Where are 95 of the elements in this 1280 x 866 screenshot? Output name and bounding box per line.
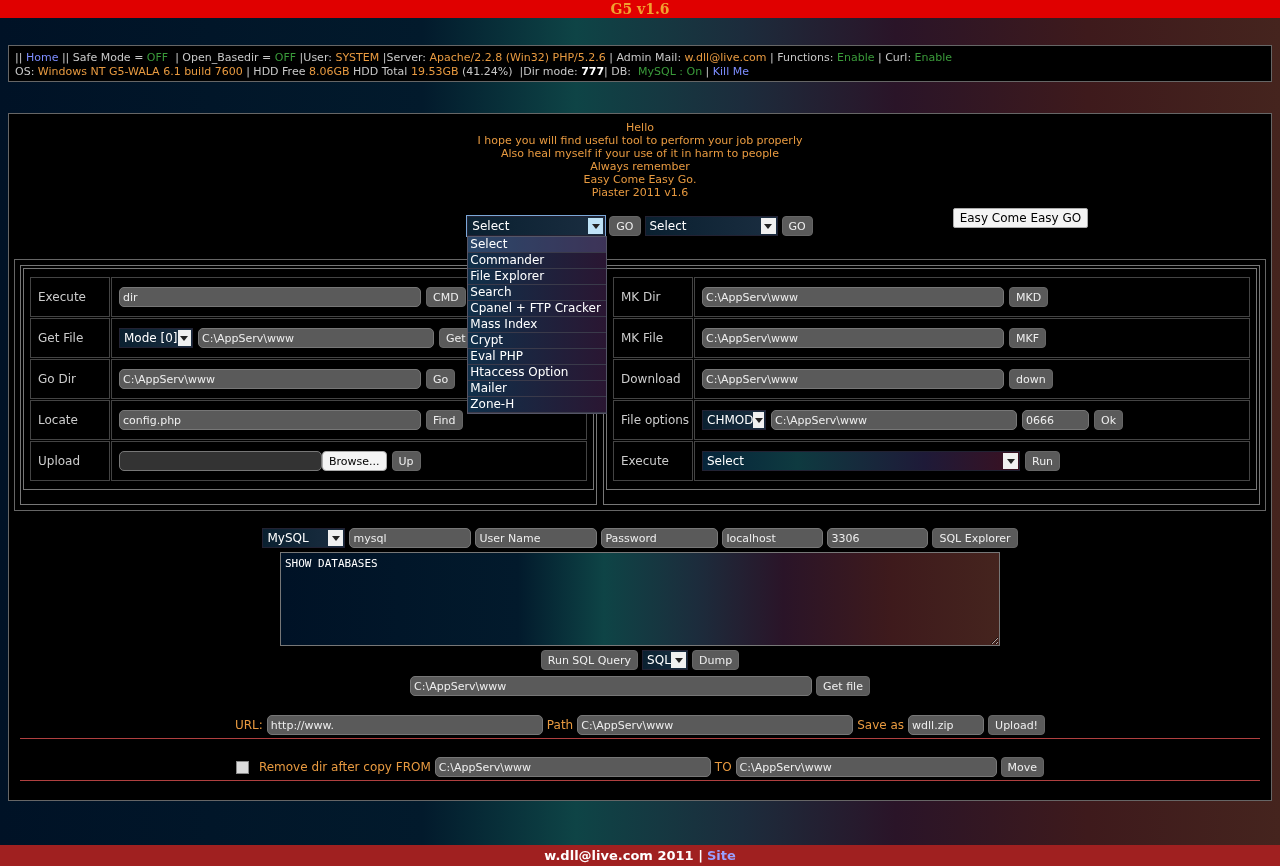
input-field[interactable]: C:\AppServ\www: [702, 369, 1004, 389]
action-button[interactable]: CMD: [426, 287, 466, 307]
action-button[interactable]: down: [1009, 369, 1053, 389]
dropdown-option[interactable]: Search: [468, 285, 607, 301]
input-field[interactable]: dir: [119, 287, 421, 307]
input-field[interactable]: C:\AppServ\www: [119, 369, 421, 389]
checkbox[interactable]: [235, 760, 249, 774]
input-field[interactable]: mysql: [349, 528, 472, 548]
info-link[interactable]: Home: [25, 51, 59, 64]
caret-icon: [753, 412, 764, 428]
move-label: Remove dir after copy FROM: [258, 760, 431, 774]
input-field[interactable]: User Name: [475, 528, 598, 548]
dropdown[interactable]: CHMOD: [702, 410, 766, 430]
dropdown-option[interactable]: Eval PHP: [468, 349, 607, 365]
info-link[interactable]: Kill Me: [712, 65, 749, 78]
caret-icon: [671, 652, 687, 668]
url-label: URL:: [234, 718, 263, 732]
caret-icon: [760, 218, 776, 234]
greeting-line: Easy Come Easy Go.: [582, 173, 698, 186]
tool-label: Download: [613, 359, 693, 399]
input-field[interactable]: C:\AppServ\www: [577, 715, 854, 735]
action-button[interactable]: MKD: [1009, 287, 1049, 307]
action-button[interactable]: Find: [426, 410, 463, 430]
input-field[interactable]: localhost: [722, 528, 824, 548]
input-field[interactable]: wdll.zip: [908, 715, 985, 735]
dropdown-option[interactable]: Mass Index: [468, 317, 607, 333]
action-button[interactable]: Run: [1025, 451, 1061, 471]
greeting-line: I hope you will find useful tool to perform your job properly: [476, 134, 804, 147]
input-field[interactable]: config.php: [119, 410, 421, 430]
action-button[interactable]: Ok: [1094, 410, 1124, 430]
tool-label: Upload: [30, 441, 110, 481]
tool-label: MK Dir: [613, 277, 693, 317]
dropdown-option[interactable]: Crypt: [468, 333, 607, 349]
tool-label: MK File: [613, 318, 693, 358]
action-button[interactable]: Move: [1000, 757, 1045, 777]
input-field[interactable]: C:\AppServ\www: [410, 676, 813, 696]
dropdown-option[interactable]: Select: [468, 237, 607, 253]
action-button[interactable]: Upload!: [988, 715, 1046, 735]
path-label: Path: [546, 718, 574, 732]
tool-label: Get File: [30, 318, 110, 358]
motto-button[interactable]: Easy Come Easy GO: [952, 208, 1089, 228]
input-field[interactable]: C:\AppServ\www: [702, 328, 1004, 348]
page-title: G5 v1.6: [0, 0, 1280, 18]
tool-label: Execute: [613, 441, 693, 481]
greeting-line: Hello: [625, 121, 655, 134]
dropdown-option[interactable]: Mailer: [468, 381, 607, 397]
server-info-line: || Home || Safe Mode = OFF | Open_Basedir = OFF |User: SYSTEM |Server: Apache/2.2.8 (Win32) PHP/5.2.6 | Admin Mail: w.dll@live.com | Functions: Enable | Curl: Enable: [15, 51, 954, 64]
dropdown[interactable]: SQL: [642, 650, 689, 670]
go-button[interactable]: GO: [781, 216, 813, 236]
query-field[interactable]: SHOW DATABASES: [280, 552, 1000, 646]
dropdown[interactable]: MySQL: [262, 528, 346, 548]
greeting-line: Piaster 2011 v1.6: [590, 186, 690, 199]
action-button[interactable]: Up: [391, 451, 421, 471]
footer-text: w.dll@live.com 2011 |: [544, 848, 703, 863]
input-field[interactable]: C:\AppServ\www: [735, 757, 997, 777]
input-field[interactable]: C:\AppServ\www: [771, 410, 1017, 430]
caret-icon: [177, 330, 191, 346]
save-label: Save as: [857, 718, 905, 732]
tool-label: Locate: [30, 400, 110, 440]
action-button[interactable]: SQL Explorer: [932, 528, 1018, 548]
input-field[interactable]: C:\AppServ\www: [198, 328, 434, 348]
dropdown-option[interactable]: Commander: [468, 253, 607, 269]
to-label: TO: [714, 760, 732, 774]
dropdown[interactable]: Select: [644, 216, 778, 236]
action-button[interactable]: Run SQL Query: [540, 650, 639, 670]
dropdown-option[interactable]: File Explorer: [468, 269, 607, 285]
input-field[interactable]: Password: [601, 528, 719, 548]
action-button[interactable]: MKF: [1009, 328, 1047, 348]
dropdown-option[interactable]: Zone-H: [468, 397, 607, 413]
input-field[interactable]: C:\AppServ\www: [434, 757, 711, 777]
go-button[interactable]: GO: [609, 216, 641, 236]
browse-button[interactable]: Browse...: [322, 451, 387, 471]
tool-label: Go Dir: [30, 359, 110, 399]
input-field[interactable]: http://www.: [266, 715, 543, 735]
greeting-line: Also heal myself if your use of it in harm to people: [500, 147, 780, 160]
tool-label: File options: [613, 400, 693, 440]
dropdown-option[interactable]: Htaccess Option: [468, 365, 607, 381]
caret-icon: [1003, 453, 1018, 469]
input-field[interactable]: C:\AppServ\www: [702, 287, 1004, 307]
tool-label: Execute: [30, 277, 110, 317]
action-button[interactable]: Go: [426, 369, 456, 389]
file-field[interactable]: [119, 451, 322, 471]
dropdown[interactable]: Select: [467, 216, 606, 236]
footer-link[interactable]: Site: [706, 848, 736, 863]
dropdown[interactable]: Select: [702, 451, 1020, 471]
server-info-line: OS: Windows NT G5-WALA 6.1 build 7600 | HDD Free 8.06GB HDD Total 19.53GB (41.24%) |Dir mode: 777| DB: MySQL : On | Kill Me: [15, 65, 750, 78]
caret-icon: [588, 218, 604, 234]
dropdown[interactable]: Mode [0]: [119, 328, 193, 348]
input-field[interactable]: 0666: [1022, 410, 1089, 430]
action-button[interactable]: Dump: [692, 650, 740, 670]
dropdown-option[interactable]: Cpanel + FTP Cracker: [468, 301, 607, 317]
greeting-line: Always remember: [589, 160, 691, 173]
input-field[interactable]: 3306: [827, 528, 929, 548]
caret-icon: [328, 530, 344, 546]
action-button[interactable]: Get file: [816, 676, 870, 696]
